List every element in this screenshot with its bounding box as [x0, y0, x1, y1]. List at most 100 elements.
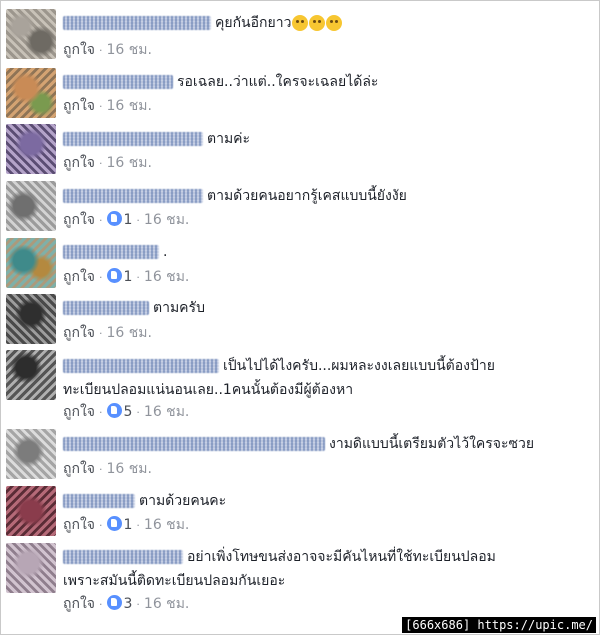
- like-thumb-icon: [106, 268, 122, 283]
- comment-meta: ถูกใจ · 3 · 16 ชม.: [63, 595, 189, 614]
- smile-emoji-icon: [309, 15, 326, 31]
- author-name[interactable]: [63, 16, 211, 30]
- comment-text: ตามครับ: [153, 300, 205, 316]
- separator-dot: ·: [99, 519, 103, 532]
- comment-meta: ถูกใจ · 16 ชม.: [63, 460, 152, 479]
- like-link[interactable]: ถูกใจ: [63, 404, 95, 420]
- timestamp[interactable]: 16 ชม.: [107, 155, 152, 171]
- like-thumb-icon: [106, 516, 122, 531]
- comment-meta: ถูกใจ · 16 ชม.: [63, 324, 152, 343]
- separator-dot: ·: [99, 157, 103, 170]
- comment-body: เป็นไปได้ไงครับ...ผมหละงงเลยแบบนี้ต้องป้…: [63, 356, 495, 376]
- reaction-summary[interactable]: 1: [106, 211, 133, 229]
- reaction-count: 1: [123, 517, 133, 533]
- comment-meta: ถูกใจ · 16 ชม.: [63, 154, 152, 173]
- avatar[interactable]: [6, 238, 56, 288]
- reaction-summary[interactable]: 1: [106, 516, 133, 534]
- like-link[interactable]: ถูกใจ: [63, 517, 95, 533]
- timestamp[interactable]: 16 ชม.: [144, 212, 189, 228]
- avatar[interactable]: [6, 181, 56, 231]
- watermark: [666x686] https://upic.me/: [402, 617, 596, 633]
- author-name[interactable]: [63, 359, 219, 373]
- comment-meta: ถูกใจ · 5 · 16 ชม.: [63, 403, 189, 422]
- avatar[interactable]: [6, 9, 56, 59]
- reaction-summary[interactable]: 3: [106, 595, 132, 613]
- comment-body: อย่าเพิ่งโทษขนส่งอาจจะมีคันไหนที่ใช้ทะเบ…: [63, 547, 496, 567]
- like-thumb-icon: [106, 403, 122, 418]
- reaction-count: 5: [123, 404, 133, 420]
- author-name[interactable]: [63, 189, 203, 203]
- like-link[interactable]: ถูกใจ: [63, 98, 95, 114]
- avatar[interactable]: [6, 124, 56, 174]
- comment-body: รอเฉลย..ว่าแต่..ใครจะเฉลยได้ล่ะ: [63, 72, 378, 92]
- avatar[interactable]: [6, 543, 56, 593]
- avatar[interactable]: [6, 486, 56, 536]
- comment-body: ตามด้วยคนคะ: [63, 491, 226, 511]
- comment-text: ตามด้วยคนอยากรู้เคสแบบนี้ยังงัย: [207, 188, 407, 204]
- avatar[interactable]: [6, 294, 56, 344]
- reaction-count: 1: [123, 212, 133, 228]
- author-name[interactable]: [63, 494, 135, 508]
- comment-meta: ถูกใจ · 16 ชม.: [63, 97, 152, 116]
- author-name[interactable]: [63, 301, 149, 315]
- comment-body: ตามครับ: [63, 298, 205, 318]
- like-link[interactable]: ถูกใจ: [63, 42, 95, 58]
- reaction-summary[interactable]: 5: [106, 403, 133, 421]
- avatar[interactable]: [6, 429, 56, 479]
- comment-text: คุยกันอีกยาว: [215, 15, 292, 31]
- timestamp[interactable]: 16 ชม.: [144, 269, 189, 285]
- comment-text: .: [163, 244, 168, 260]
- separator-dot: ·: [99, 598, 103, 611]
- comment-meta: ถูกใจ · 1 · 16 ชม.: [63, 211, 189, 230]
- author-name[interactable]: [63, 132, 203, 146]
- timestamp[interactable]: 16 ชม.: [144, 596, 189, 612]
- separator-dot: ·: [99, 327, 103, 340]
- comment-text: เป็นไปได้ไงครับ...ผมหละงงเลยแบบนี้ต้องป้…: [223, 358, 495, 374]
- comment-text: ตามค่ะ: [207, 131, 251, 147]
- comment-meta: ถูกใจ · 1 · 16 ชม.: [63, 516, 189, 535]
- like-link[interactable]: ถูกใจ: [63, 269, 95, 285]
- separator-dot: ·: [136, 406, 140, 419]
- timestamp[interactable]: 16 ชม.: [144, 517, 189, 533]
- like-link[interactable]: ถูกใจ: [63, 461, 95, 477]
- comment-body: คุยกันอีกยาว: [63, 13, 343, 33]
- author-name[interactable]: [63, 437, 325, 451]
- comment-text-continued: เพราะสมันนี้ติดทะเบียนปลอมกันเยอะ: [63, 573, 286, 589]
- comment-meta: ถูกใจ · 1 · 16 ชม.: [63, 268, 189, 287]
- separator-dot: ·: [99, 100, 103, 113]
- timestamp[interactable]: 16 ชม.: [107, 42, 152, 58]
- separator-dot: ·: [136, 271, 140, 284]
- like-thumb-icon: [106, 595, 122, 610]
- comment-body: .: [63, 242, 167, 262]
- smile-emoji-icon: [326, 15, 343, 31]
- separator-dot: ·: [99, 271, 103, 284]
- timestamp[interactable]: 16 ชม.: [107, 461, 152, 477]
- like-link[interactable]: ถูกใจ: [63, 596, 95, 612]
- timestamp[interactable]: 16 ชม.: [144, 404, 189, 420]
- author-name[interactable]: [63, 75, 173, 89]
- timestamp[interactable]: 16 ชม.: [107, 325, 152, 341]
- timestamp[interactable]: 16 ชม.: [107, 98, 152, 114]
- separator-dot: ·: [99, 44, 103, 57]
- comment-body: งามดิแบบนี้เตรียมตัวไว้ใครจะซวย: [63, 434, 534, 454]
- separator-dot: ·: [136, 214, 140, 227]
- comment-meta: ถูกใจ · 16 ชม.: [63, 41, 152, 60]
- like-thumb-icon: [106, 211, 122, 226]
- like-link[interactable]: ถูกใจ: [63, 155, 95, 171]
- author-name[interactable]: [63, 245, 159, 259]
- smile-emoji-icon: [292, 15, 309, 31]
- avatar[interactable]: [6, 68, 56, 118]
- comment-text: งามดิแบบนี้เตรียมตัวไว้ใครจะซวย: [329, 436, 535, 452]
- avatar[interactable]: [6, 350, 56, 400]
- comment-body-line-2: เพราะสมันนี้ติดทะเบียนปลอมกันเยอะ: [63, 571, 285, 591]
- separator-dot: ·: [99, 214, 103, 227]
- comment-text: อย่าเพิ่งโทษขนส่งอาจจะมีคันไหนที่ใช้ทะเบ…: [187, 549, 496, 565]
- author-name[interactable]: [63, 550, 183, 564]
- separator-dot: ·: [136, 598, 140, 611]
- separator-dot: ·: [99, 406, 103, 419]
- like-link[interactable]: ถูกใจ: [63, 212, 95, 228]
- comment-text-continued: ทะเบียนปลอมแน่นอนเลย..1คนนั้นต้องมีผู้ต้…: [63, 382, 354, 398]
- separator-dot: ·: [99, 463, 103, 476]
- like-link[interactable]: ถูกใจ: [63, 325, 95, 341]
- reaction-summary[interactable]: 1: [106, 268, 132, 286]
